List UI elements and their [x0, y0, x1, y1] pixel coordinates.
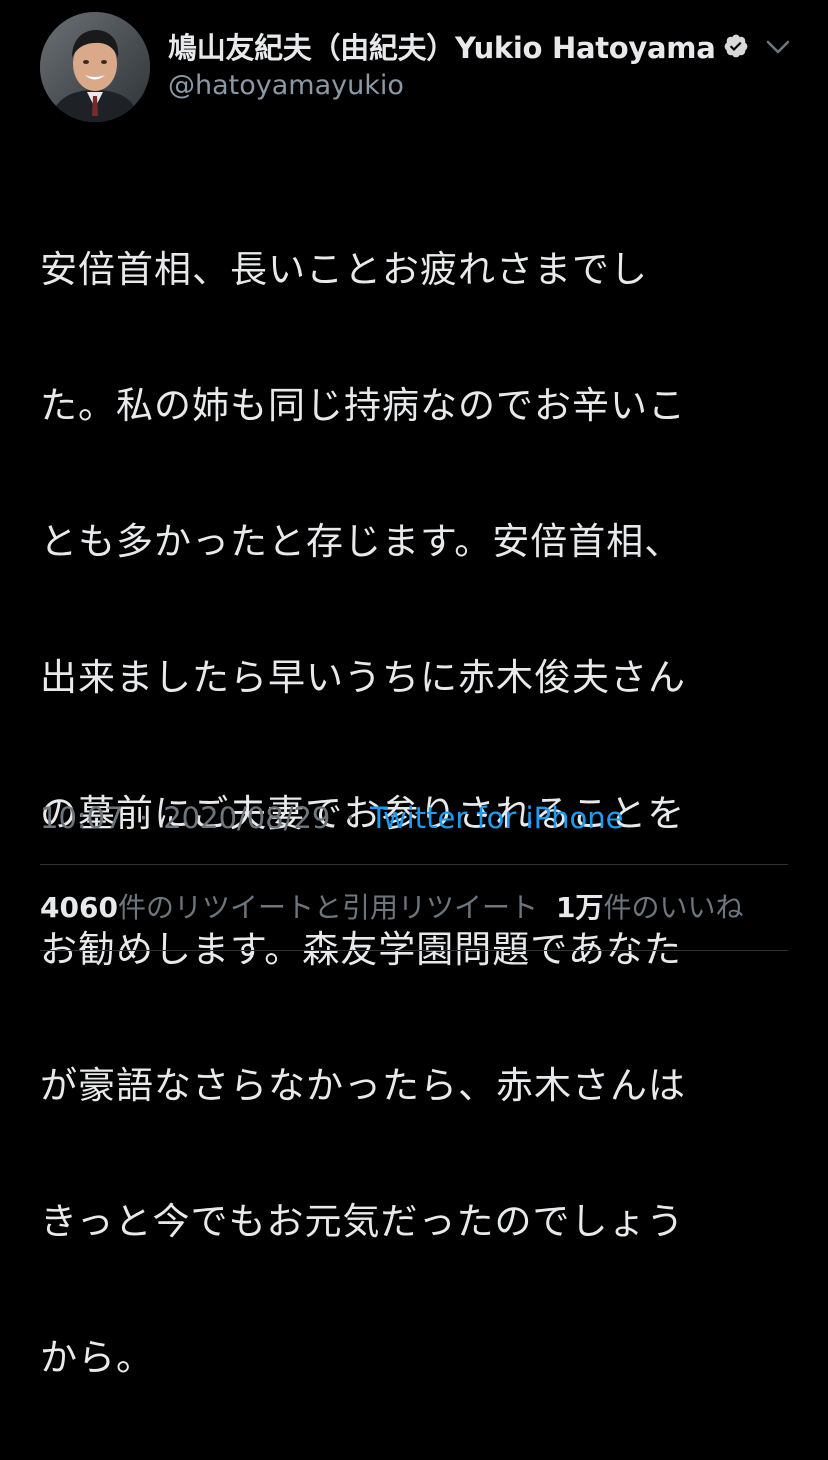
likes-label: 件のいいね: [603, 891, 744, 924]
tweet-stats: 4060件のリツイートと引用リツイート 1万件のいいね: [40, 888, 743, 928]
author-display-name[interactable]: 鳩山友紀夫（由紀夫）Yukio Hatoyama: [168, 25, 716, 67]
tweet-time[interactable]: 10:07: [40, 801, 124, 835]
tweet-text-line: た。私の姉も同じ持病なのでお辛いこ: [40, 384, 686, 427]
tweet-text-line: が豪語なさらなかったら、赤木さんは: [40, 1064, 686, 1107]
tweet-text-line: から。: [40, 1336, 154, 1379]
tweet-text-line: 出来ましたら早いうちに赤木俊夫さん: [40, 656, 686, 699]
divider: [40, 864, 788, 865]
author-handle[interactable]: @hatoyamayukio: [168, 68, 738, 104]
meta-separator: ·: [138, 801, 149, 835]
tweet-text-line: きっと今でもお元気だったのでしょう: [40, 1200, 685, 1243]
avatar-image: [40, 12, 150, 122]
tweet-source-link[interactable]: Twitter for iPhone: [370, 801, 623, 835]
divider: [40, 950, 788, 951]
retweets-count: 4060: [40, 891, 118, 924]
meta-separator: ·: [345, 801, 355, 835]
verified-badge-icon: [725, 34, 748, 58]
tweet-meta: 10:07 · 2020/08/29 · Twitter for iPhone: [40, 798, 623, 838]
avatar[interactable]: [40, 12, 150, 122]
tweet-text-line: とも多かったと存じます。安倍首相、: [40, 520, 683, 563]
tweet-text-line: 安倍首相、長いことお疲れさまでし: [40, 248, 648, 291]
author-name-row: 鳩山友紀夫（由紀夫）Yukio Hatoyama: [168, 25, 748, 67]
likes-stat[interactable]: 1万件のいいね: [556, 891, 744, 924]
likes-count: 1万: [555, 891, 604, 924]
author-block: 鳩山友紀夫（由紀夫）Yukio Hatoyama @hatoyamayukio: [168, 25, 748, 104]
tweet-detail: 鳩山友紀夫（由紀夫）Yukio Hatoyama @hatoyamayukio …: [0, 0, 828, 1379]
chevron-down-icon[interactable]: [762, 34, 794, 60]
retweets-label: 件のリツイートと引用リツイート: [117, 891, 538, 924]
tweet-date[interactable]: 2020/08/29: [163, 801, 330, 835]
retweets-stat[interactable]: 4060件のリツイートと引用リツイート: [40, 891, 538, 924]
